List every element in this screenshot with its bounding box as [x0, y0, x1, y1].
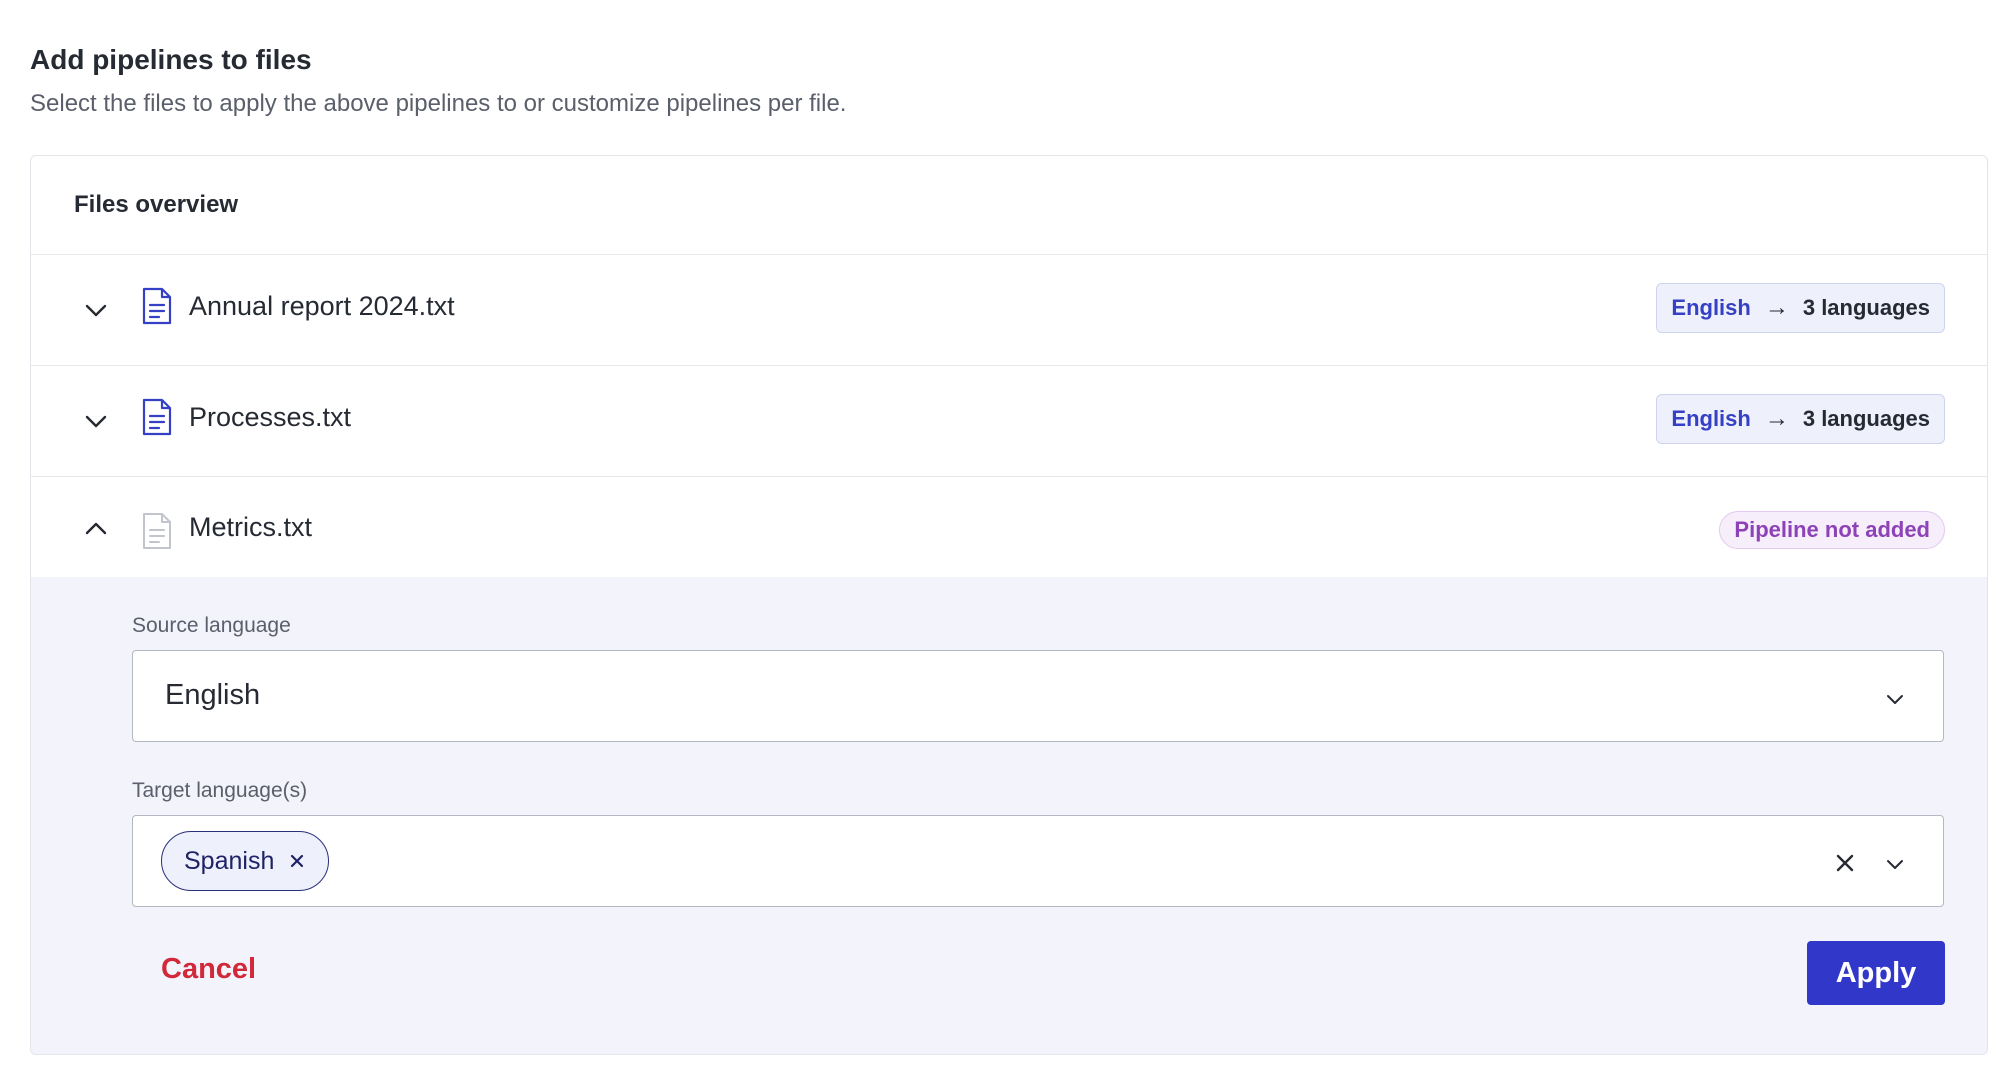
cancel-button[interactable]: Cancel — [161, 953, 256, 986]
pipeline-form: Source language English Target language(… — [31, 577, 1987, 1054]
apply-button[interactable]: Apply — [1807, 941, 1945, 1005]
file-name: Metrics.txt — [189, 512, 313, 542]
target-language-label: Target language(s) — [132, 779, 308, 802]
chevron-down-icon[interactable] — [81, 406, 111, 436]
language-chip: Spanish — [161, 831, 330, 891]
page-subtitle: Select the files to apply the above pipe… — [30, 90, 847, 117]
page: Add pipelines to files Select the files … — [0, 0, 2014, 1084]
file-row-expanded[interactable]: Metrics.txt Pipeline not added — [31, 477, 1987, 578]
source-language-select[interactable]: English — [132, 650, 1944, 742]
pipeline-badge: English → 3 languages — [1656, 283, 1945, 333]
close-icon[interactable] — [288, 852, 306, 870]
chevron-down-icon[interactable] — [81, 295, 111, 325]
panel-header: Files overview — [31, 156, 1987, 255]
file-row[interactable]: Annual report 2024.txt English → 3 langu… — [31, 255, 1987, 366]
chevron-down-icon[interactable] — [1883, 687, 1907, 711]
file-name: Processes.txt — [189, 402, 352, 432]
pipeline-source: English — [1671, 295, 1751, 320]
arrow-right-icon: → — [1764, 294, 1789, 321]
file-name: Annual report 2024.txt — [189, 291, 455, 321]
file-text-icon — [143, 513, 171, 549]
target-language-select[interactable]: Spanish — [132, 815, 1944, 907]
chevron-up-icon[interactable] — [81, 513, 111, 543]
files-overview-panel: Files overview Annual report 2024.txt En… — [30, 155, 1988, 1055]
chip-label: Spanish — [184, 846, 275, 875]
clear-icon[interactable] — [1831, 849, 1859, 877]
status-badge: Pipeline not added — [1719, 511, 1945, 549]
pipeline-badge: English → 3 languages — [1656, 394, 1945, 444]
arrow-right-icon: → — [1764, 405, 1789, 432]
source-language-label: Source language — [132, 614, 291, 637]
chevron-down-icon[interactable] — [1883, 852, 1907, 876]
file-row[interactable]: Processes.txt English → 3 languages — [31, 366, 1987, 477]
pipeline-target: 3 languages — [1802, 406, 1930, 431]
pipeline-source: English — [1671, 406, 1751, 431]
file-text-icon — [142, 398, 172, 436]
pipeline-target: 3 languages — [1802, 295, 1930, 320]
file-text-icon — [142, 287, 172, 325]
page-title: Add pipelines to files — [30, 44, 312, 75]
source-language-value: English — [165, 679, 261, 711]
